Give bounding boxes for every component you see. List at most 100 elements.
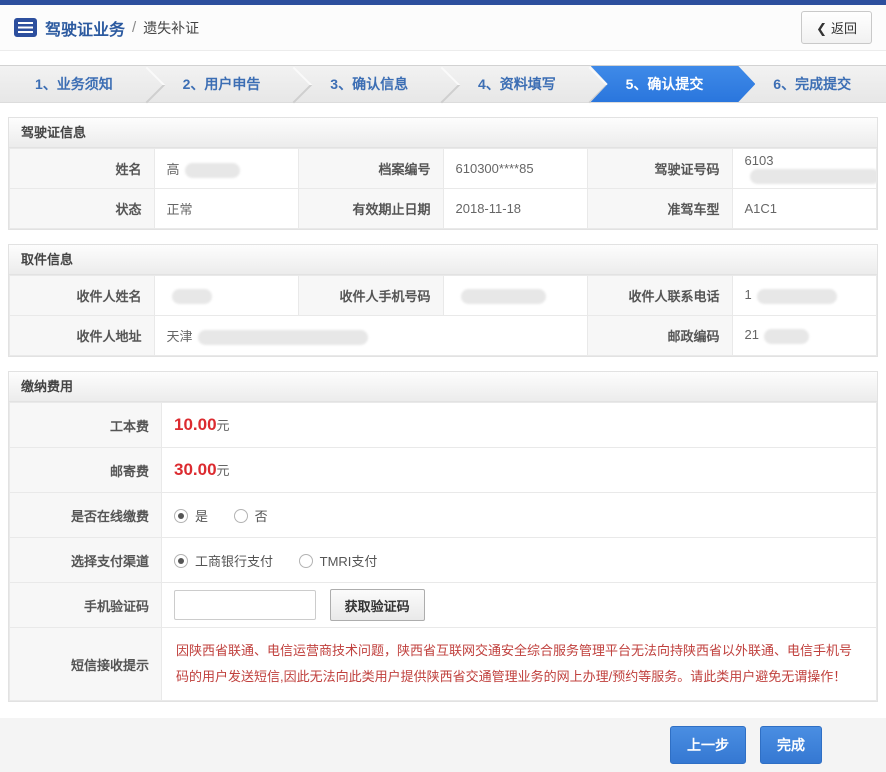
- recipient-phone-value: 1: [732, 276, 877, 316]
- license-number-label: 驾驶证号码: [588, 149, 733, 189]
- step-3-label: 3、确认信息: [330, 74, 408, 94]
- sms-notice-cell: 因陕西省联通、电信运营商技术问题，陕西省互联网交通安全综合服务管理平台无法向持陕…: [162, 628, 877, 701]
- radio-online-payment-no[interactable]: [234, 509, 248, 523]
- license-info-title: 驾驶证信息: [9, 118, 877, 148]
- previous-step-button[interactable]: 上一步: [670, 726, 746, 764]
- name-label: 姓名: [10, 149, 155, 189]
- online-payment-yes-label[interactable]: 是: [195, 509, 208, 524]
- table-row: 状态 正常 有效期止日期 2018-11-18 准驾车型 A1C1: [10, 189, 877, 229]
- step-4-label: 4、资料填写: [478, 74, 556, 94]
- payment-channel-label: 选择支付渠道: [10, 538, 162, 583]
- table-row: 收件人地址 天津 邮政编码 21: [10, 316, 877, 356]
- vehicle-class-value: A1C1: [732, 189, 877, 229]
- postcode-label: 邮政编码: [588, 316, 733, 356]
- step-3-confirm-info[interactable]: 3、确认信息: [295, 66, 443, 102]
- verification-code-input[interactable]: [174, 590, 316, 620]
- radio-online-payment-yes[interactable]: [174, 509, 188, 523]
- fees-title: 缴纳费用: [9, 372, 877, 402]
- step-1-business-notice[interactable]: 1、业务须知: [0, 66, 148, 102]
- finish-button[interactable]: 完成: [760, 726, 822, 764]
- postage-fee-value: 30.00元: [162, 448, 877, 493]
- license-info-table: 姓名 高 档案编号 610300****85 驾驶证号码 6103 状态 正常 …: [9, 148, 877, 229]
- footer-action-bar: 上一步 完成: [0, 718, 886, 772]
- step-2-label: 2、用户申告: [183, 74, 261, 94]
- license-number-value: 6103: [732, 149, 877, 189]
- back-button[interactable]: ❮ 返回: [801, 11, 872, 44]
- get-code-button[interactable]: 获取验证码: [330, 589, 425, 621]
- breadcrumb-separator: /: [132, 19, 136, 36]
- radio-channel-tmri[interactable]: [299, 554, 313, 568]
- postcode-value: 21: [732, 316, 877, 356]
- page-title: 驾驶证业务: [45, 16, 125, 40]
- expiry-date-value: 2018-11-18: [443, 189, 588, 229]
- name-value-text: 高: [167, 162, 180, 177]
- redacted-recipient-address: [198, 330, 368, 345]
- redacted-recipient-name: [172, 289, 212, 304]
- verification-code-cell: 获取验证码: [162, 583, 877, 628]
- table-row: 收件人姓名 收件人手机号码 收件人联系电话 1: [10, 276, 877, 316]
- table-row: 邮寄费 30.00元: [10, 448, 877, 493]
- recipient-mobile-value: [443, 276, 588, 316]
- file-number-value: 610300****85: [443, 149, 588, 189]
- back-button-label: 返回: [831, 21, 857, 36]
- table-row: 选择支付渠道 工商银行支付 TMRI支付: [10, 538, 877, 583]
- production-fee-unit: 元: [217, 418, 230, 433]
- sms-notice-text: 因陕西省联通、电信运营商技术问题，陕西省互联网交通安全综合服务管理平台无法向持陕…: [176, 643, 852, 684]
- license-number-text: 6103: [745, 153, 774, 168]
- redacted-license-number: [750, 169, 877, 184]
- payment-channel-options: 工商银行支付 TMRI支付: [162, 538, 877, 583]
- pickup-info-title: 取件信息: [9, 245, 877, 275]
- pickup-info-section: 取件信息 收件人姓名 收件人手机号码 收件人联系电话 1 收件人地址 天津 邮政…: [8, 244, 878, 357]
- online-payment-no-label[interactable]: 否: [255, 509, 268, 524]
- license-info-section: 驾驶证信息 姓名 高 档案编号 610300****85 驾驶证号码 6103 …: [8, 117, 878, 230]
- channel-tmri-label[interactable]: TMRI支付: [320, 554, 378, 569]
- redacted-recipient-mobile: [461, 289, 546, 304]
- redacted-postcode: [764, 329, 809, 344]
- fees-section: 缴纳费用 工本费 10.00元 邮寄费 30.00元 是否在线缴费 是 否 选择…: [8, 371, 878, 702]
- expiry-date-label: 有效期止日期: [299, 189, 444, 229]
- recipient-address-value: 天津: [154, 316, 588, 356]
- vehicle-class-label: 准驾车型: [588, 189, 733, 229]
- recipient-name-value: [154, 276, 299, 316]
- table-row: 短信接收提示 因陕西省联通、电信运营商技术问题，陕西省互联网交通安全综合服务管理…: [10, 628, 877, 701]
- table-row: 工本费 10.00元: [10, 403, 877, 448]
- breadcrumb-current: 遗失补证: [143, 18, 199, 38]
- step-5-label: 5、确认提交: [626, 74, 704, 94]
- postage-fee-label: 邮寄费: [10, 448, 162, 493]
- step-6-complete-submit[interactable]: 6、完成提交: [738, 66, 886, 102]
- step-wizard: 1、业务须知 2、用户申告 3、确认信息 4、资料填写 5、确认提交 6、完成提…: [0, 65, 886, 103]
- recipient-phone-label: 收件人联系电话: [588, 276, 733, 316]
- back-chevron-icon: ❮: [816, 21, 827, 36]
- production-fee-amount: 10.00: [174, 415, 217, 434]
- step-1-label: 1、业务须知: [35, 74, 113, 94]
- recipient-name-label: 收件人姓名: [10, 276, 155, 316]
- status-label: 状态: [10, 189, 155, 229]
- fees-table: 工本费 10.00元 邮寄费 30.00元 是否在线缴费 是 否 选择支付渠道 …: [9, 402, 877, 701]
- production-fee-value: 10.00元: [162, 403, 877, 448]
- postcode-text: 21: [745, 327, 759, 342]
- redacted-name: [185, 163, 240, 178]
- sms-notice-label: 短信接收提示: [10, 628, 162, 701]
- postage-fee-amount: 30.00: [174, 460, 217, 479]
- name-value: 高: [154, 149, 299, 189]
- table-row: 姓名 高 档案编号 610300****85 驾驶证号码 6103: [10, 149, 877, 189]
- status-value: 正常: [154, 189, 299, 229]
- online-payment-label: 是否在线缴费: [10, 493, 162, 538]
- step-6-label: 6、完成提交: [773, 74, 851, 94]
- table-row: 是否在线缴费 是 否: [10, 493, 877, 538]
- step-2-user-declaration[interactable]: 2、用户申告: [148, 66, 296, 102]
- file-number-label: 档案编号: [299, 149, 444, 189]
- online-payment-options: 是 否: [162, 493, 877, 538]
- step-5-confirm-submit[interactable]: 5、确认提交: [591, 66, 739, 102]
- channel-icbc-label[interactable]: 工商银行支付: [195, 554, 273, 569]
- license-service-icon: [14, 18, 37, 37]
- redacted-recipient-phone: [757, 289, 837, 304]
- recipient-address-label: 收件人地址: [10, 316, 155, 356]
- postage-fee-unit: 元: [217, 463, 230, 478]
- recipient-phone-text: 1: [745, 287, 752, 302]
- recipient-mobile-label: 收件人手机号码: [299, 276, 444, 316]
- step-4-fill-data[interactable]: 4、资料填写: [443, 66, 591, 102]
- production-fee-label: 工本费: [10, 403, 162, 448]
- radio-channel-icbc[interactable]: [174, 554, 188, 568]
- verification-code-label: 手机验证码: [10, 583, 162, 628]
